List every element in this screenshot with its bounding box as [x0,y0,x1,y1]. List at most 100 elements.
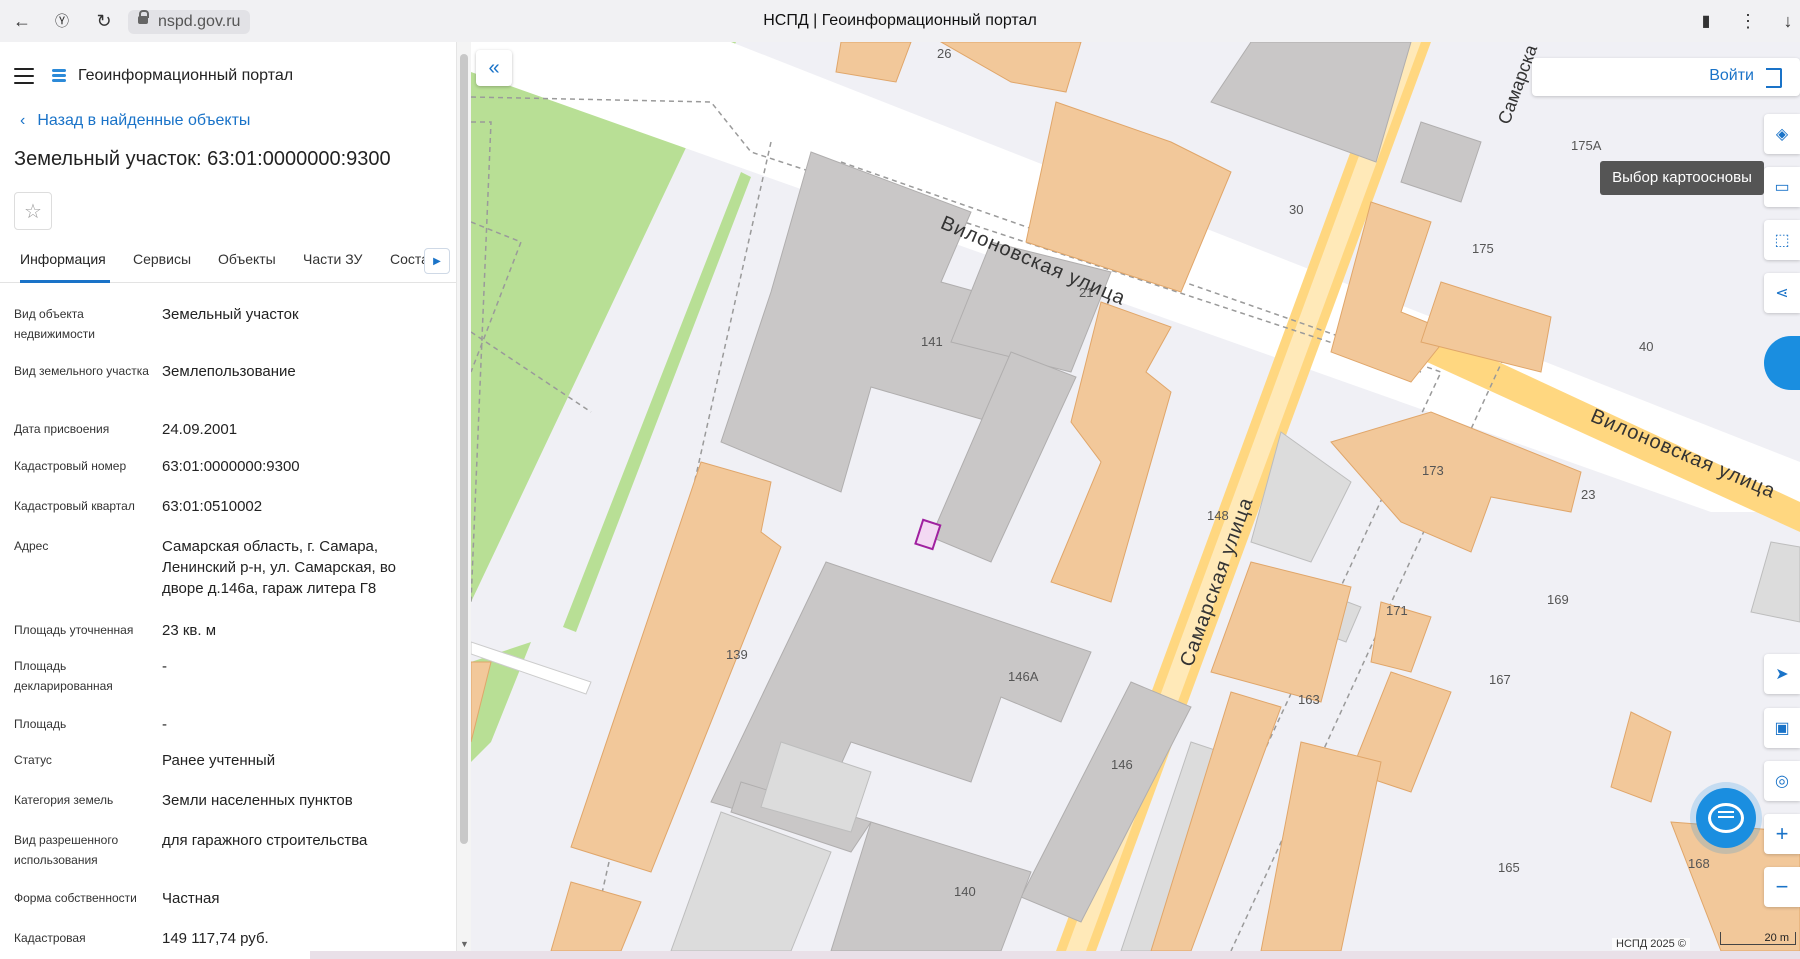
browser-toolbar: ← Ⓨ ↻ nspd.gov.ru НСПД | Геоинформационн… [0,0,1800,43]
login-icon [1766,68,1782,88]
tab-info[interactable]: Информация [20,242,110,283]
scrollbar-thumb[interactable] [460,54,468,844]
sidebar-header: Геоинформационный портал [14,56,293,96]
row-label: Дата присвоения [14,422,110,436]
share-icon: ⋖ [1775,285,1789,302]
select-area-icon: ⬚ [1774,232,1790,249]
row-label: Кадастровый квартал [14,499,135,513]
row-label: Адрес [14,539,49,553]
house-number: 21 [1079,285,1094,300]
scroll-down-icon[interactable]: ▼ [460,939,469,949]
chat-button[interactable] [1696,788,1756,848]
chat-icon [1708,803,1744,833]
double-chevron-left-icon: « [488,56,500,79]
house-number: 165 [1498,860,1520,875]
zoom-in-button[interactable]: + [1764,814,1800,854]
house-number: 173 [1422,463,1444,478]
row-label: Площадь декларированная [14,659,113,693]
house-number: 141 [921,334,943,349]
row-value: - [162,658,167,675]
app-name: Геоинформационный портал [78,67,294,84]
target-icon: ◎ [1775,773,1789,790]
menu-icon[interactable] [14,68,34,84]
house-number: 148 [1207,508,1229,523]
portal-logo-icon [50,67,68,85]
row-label: Вид земельного участка [14,364,149,378]
object-title: Земельный участок: 63:01:0000000:9300 [14,148,391,170]
row-value: Частная [162,890,220,907]
ruler-button[interactable]: ▭ [1764,167,1800,207]
map-attribution: НСПД 2025 © [1612,938,1690,950]
share-button[interactable]: ⋖ [1764,273,1800,313]
row-value: Ранее учтенный [162,752,276,769]
map-scale: 20 m [1720,932,1796,945]
tab-objects[interactable]: Объекты [218,242,276,280]
house-number: 26 [937,46,952,61]
back-to-results-link[interactable]: ‹ Назад в найденные объекты [20,112,250,130]
minimap-button[interactable]: ▣ [1764,708,1800,748]
row-label: Вид объекта недвижимости [14,307,95,341]
house-number: 40 [1639,339,1654,354]
area-select-button[interactable]: ⬚ [1764,220,1800,260]
geolocation-button[interactable]: ◎ [1764,761,1800,801]
house-number: 175А [1571,138,1602,153]
tab-parts[interactable]: Части ЗУ [303,242,362,280]
house-number: 169 [1547,592,1569,607]
house-number: 23 [1581,487,1596,502]
row-label: Кадастровый номер [14,459,127,473]
login-label: Войти [1709,67,1754,84]
row-value: - [162,716,167,733]
object-sidebar: Геоинформационный портал ‹ Назад в найде… [0,42,456,951]
layers-icon: ◈ [1775,126,1789,143]
download-icon[interactable]: ↓ [1776,9,1800,33]
login-button[interactable]: Войти [1532,58,1800,96]
row-value: Земельный участок [162,306,299,323]
chevron-left-icon: ‹ [20,112,26,129]
row-value: 63:01:0510002 [162,498,263,515]
house-number: 163 [1298,692,1320,707]
row-value: 23 кв. м [162,622,217,639]
row-label: Площадь [14,717,67,731]
zoom-out-button[interactable]: − [1764,867,1800,907]
tabs-scroll-right-button[interactable]: ▶ [424,248,450,274]
row-value: Землепользование [162,363,296,380]
basemap-tooltip: Выбор картоосновы [1600,161,1764,195]
sidebar-scrollbar[interactable]: ▼ [456,42,471,951]
target-parcel [914,518,942,551]
row-label: Категория земель [14,793,114,807]
ruler-icon: ▭ [1774,179,1790,196]
back-link-label: Назад в найденные объекты [37,112,251,129]
plus-icon: + [1775,821,1789,846]
locate-button[interactable]: ➤ [1764,654,1800,694]
bottom-strip [0,951,1800,959]
object-tabs: Информация Сервисы Объекты Части ЗУ Сост… [0,242,456,283]
house-number: 146 [1111,757,1133,772]
house-number: 146А [1008,669,1039,684]
more-icon[interactable]: ⋮ [1736,9,1760,33]
house-number: 171 [1386,603,1408,618]
favorite-button[interactable]: ☆ [14,192,52,230]
caret-right-icon: ▶ [433,255,441,267]
row-value: 149 117,74 руб. [162,930,269,947]
star-icon: ☆ [24,200,42,223]
tab-services[interactable]: Сервисы [133,242,191,280]
page-title: НСПД | Геоинформационный портал [763,12,1037,29]
row-label: Форма собственности [14,891,137,905]
row-label: Статус [14,753,52,767]
bookmark-icon[interactable]: ▮ [1694,9,1718,33]
row-value: 24.09.2001 [162,421,238,438]
house-number: 30 [1289,202,1304,217]
row-value: Земли населенных пунктов [162,792,353,809]
row-value: для гаражного строительства [162,832,368,849]
house-number: 175 [1472,241,1494,256]
minimap-icon: ▣ [1774,720,1790,737]
row-label: Кадастровая [14,931,86,945]
row-label: Вид разрешенного использования [14,833,119,867]
house-number: 140 [954,884,976,899]
navigation-arrow-icon: ➤ [1775,666,1789,683]
row-value: Самарская область, г. Самара, Ленинский … [162,538,397,597]
row-value: 63:01:0000000:9300 [162,458,300,475]
house-number: 168 [1688,856,1710,871]
layers-button[interactable]: ◈ [1764,114,1800,154]
collapse-sidebar-button[interactable]: « [476,50,512,86]
